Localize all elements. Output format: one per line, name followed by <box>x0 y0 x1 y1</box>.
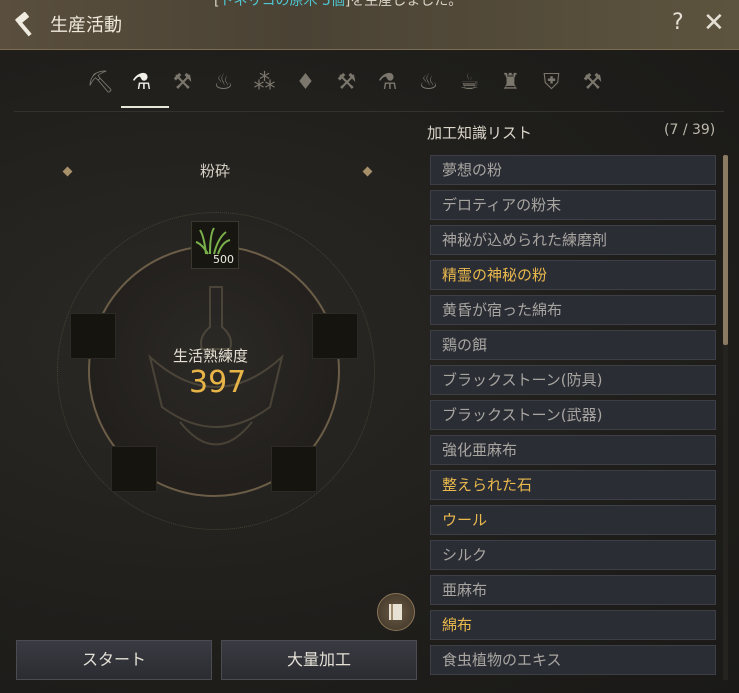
knowledge-list-item[interactable]: 綿布 <box>430 610 716 640</box>
knowledge-list-item[interactable]: 夢想の粉 <box>430 155 716 185</box>
filtering-icon: ⁂ <box>253 69 276 95</box>
help-button[interactable]: ? <box>672 10 684 35</box>
tab-1[interactable]: ⚗ <box>121 62 162 102</box>
input-slot-right[interactable] <box>312 313 358 359</box>
hammer-icon: ⚒ <box>582 69 603 95</box>
active-tab-indicator <box>121 106 169 108</box>
tab-9[interactable]: ☕ <box>449 62 490 102</box>
notice-suffix: ]を生産しました。 <box>344 0 463 9</box>
knowledge-list-item[interactable]: 鶏の餌 <box>430 330 716 360</box>
book-icon <box>389 604 402 620</box>
knowledge-list: 夢想の粉デロティアの粉末 神秘が込められた練磨剤 精霊の神秘の粉 黄昏が宿った綿布 鶏の… <box>430 155 716 680</box>
chopping-icon: ⚒ <box>172 69 193 95</box>
tab-5[interactable]: ♦ <box>285 62 326 102</box>
knowledge-list-item[interactable]: 神秘が込められた練磨剤 <box>430 225 716 255</box>
notice-item-link[interactable]: トネリコの原木 5個 <box>219 0 344 9</box>
knowledge-list-item[interactable]: ブラックストーン(防具) <box>430 365 716 395</box>
tab-8[interactable]: ♨ <box>408 62 449 102</box>
tab-3[interactable]: ♨ <box>203 62 244 102</box>
tab-12[interactable]: ⚒ <box>572 62 613 102</box>
skill-label: 生活熟練度 <box>173 347 249 365</box>
knowledge-list-item[interactable]: ブラックストーン(武器) <box>430 400 716 430</box>
tab-7[interactable]: ⚗ <box>367 62 408 102</box>
smithing-icon: ⚒ <box>336 69 357 95</box>
start-button[interactable]: スタート <box>16 640 212 680</box>
scrollbar-thumb[interactable] <box>723 155 728 345</box>
knowledge-list-item[interactable]: 亜麻布 <box>430 575 716 605</box>
production-notice: [トネリコの原木 5個]を生産しました。 <box>214 0 462 10</box>
tabs-divider <box>14 111 724 112</box>
knowledge-list-item[interactable]: 食虫植物のエキス <box>430 645 716 675</box>
knowledge-list-item[interactable]: 精霊の神秘の粉 <box>430 260 716 290</box>
window-title: 生産活動 <box>50 15 122 36</box>
material-slot[interactable]: 500 <box>191 221 239 269</box>
knowledge-list-item[interactable]: シルク <box>430 540 716 570</box>
gathering-icon: ⛏ <box>86 69 115 95</box>
tab-0[interactable]: ⛏ <box>80 62 121 102</box>
knowledge-list-item[interactable]: 黄昏が宿った綿布 <box>430 295 716 325</box>
tab-2[interactable]: ⚒ <box>162 62 203 102</box>
knowledge-list-item[interactable]: 強化亜麻布 <box>430 435 716 465</box>
drying-icon: ♨ <box>213 69 234 95</box>
chess-tower-icon: ♜ <box>500 69 521 95</box>
tab-6[interactable]: ⚒ <box>326 62 367 102</box>
tab-10[interactable]: ♜ <box>490 62 531 102</box>
mass-process-button[interactable]: 大量加工 <box>221 640 417 680</box>
recipe-book-button[interactable] <box>377 593 415 631</box>
input-slot-bottom-right[interactable] <box>271 446 317 492</box>
close-button[interactable]: ✕ <box>703 8 725 38</box>
guild-shield-icon: ⛨ <box>543 69 560 95</box>
tab-11[interactable]: ⛨ <box>531 62 572 102</box>
knowledge-list-item[interactable]: 整えられた石 <box>430 470 716 500</box>
tab-4[interactable]: ⁂ <box>244 62 285 102</box>
knowledge-list-scrollbar[interactable] <box>723 155 728 680</box>
knowledge-list-item[interactable]: ウール <box>430 505 716 535</box>
skill-value: 397 <box>189 365 247 400</box>
grinding-icon: ⚗ <box>131 69 152 95</box>
heating-icon: ♦ <box>295 69 316 95</box>
knowledge-list-count: (7 / 39) <box>664 122 716 138</box>
knowledge-list-item[interactable]: デロティアの粉末 <box>430 190 716 220</box>
knowledge-list-title: 加工知識リスト <box>427 124 533 142</box>
material-count: 500 <box>213 253 234 266</box>
hammer-icon <box>12 11 38 38</box>
processing-type-tabs: ⛏ ⚗ ⚒ ♨ ⁂ ♦ ⚒ ⚗ ♨ ☕ ♜ ⛨ ⚒ <box>80 62 613 106</box>
input-slot-bottom-left[interactable] <box>111 446 157 492</box>
alchemy-icon: ⚗ <box>377 69 398 95</box>
cooking-grill-icon: ♨ <box>418 69 439 95</box>
input-slot-left[interactable] <box>70 313 116 359</box>
category-label: 粉砕 <box>200 162 231 180</box>
cooking-icon: ☕ <box>459 69 480 95</box>
